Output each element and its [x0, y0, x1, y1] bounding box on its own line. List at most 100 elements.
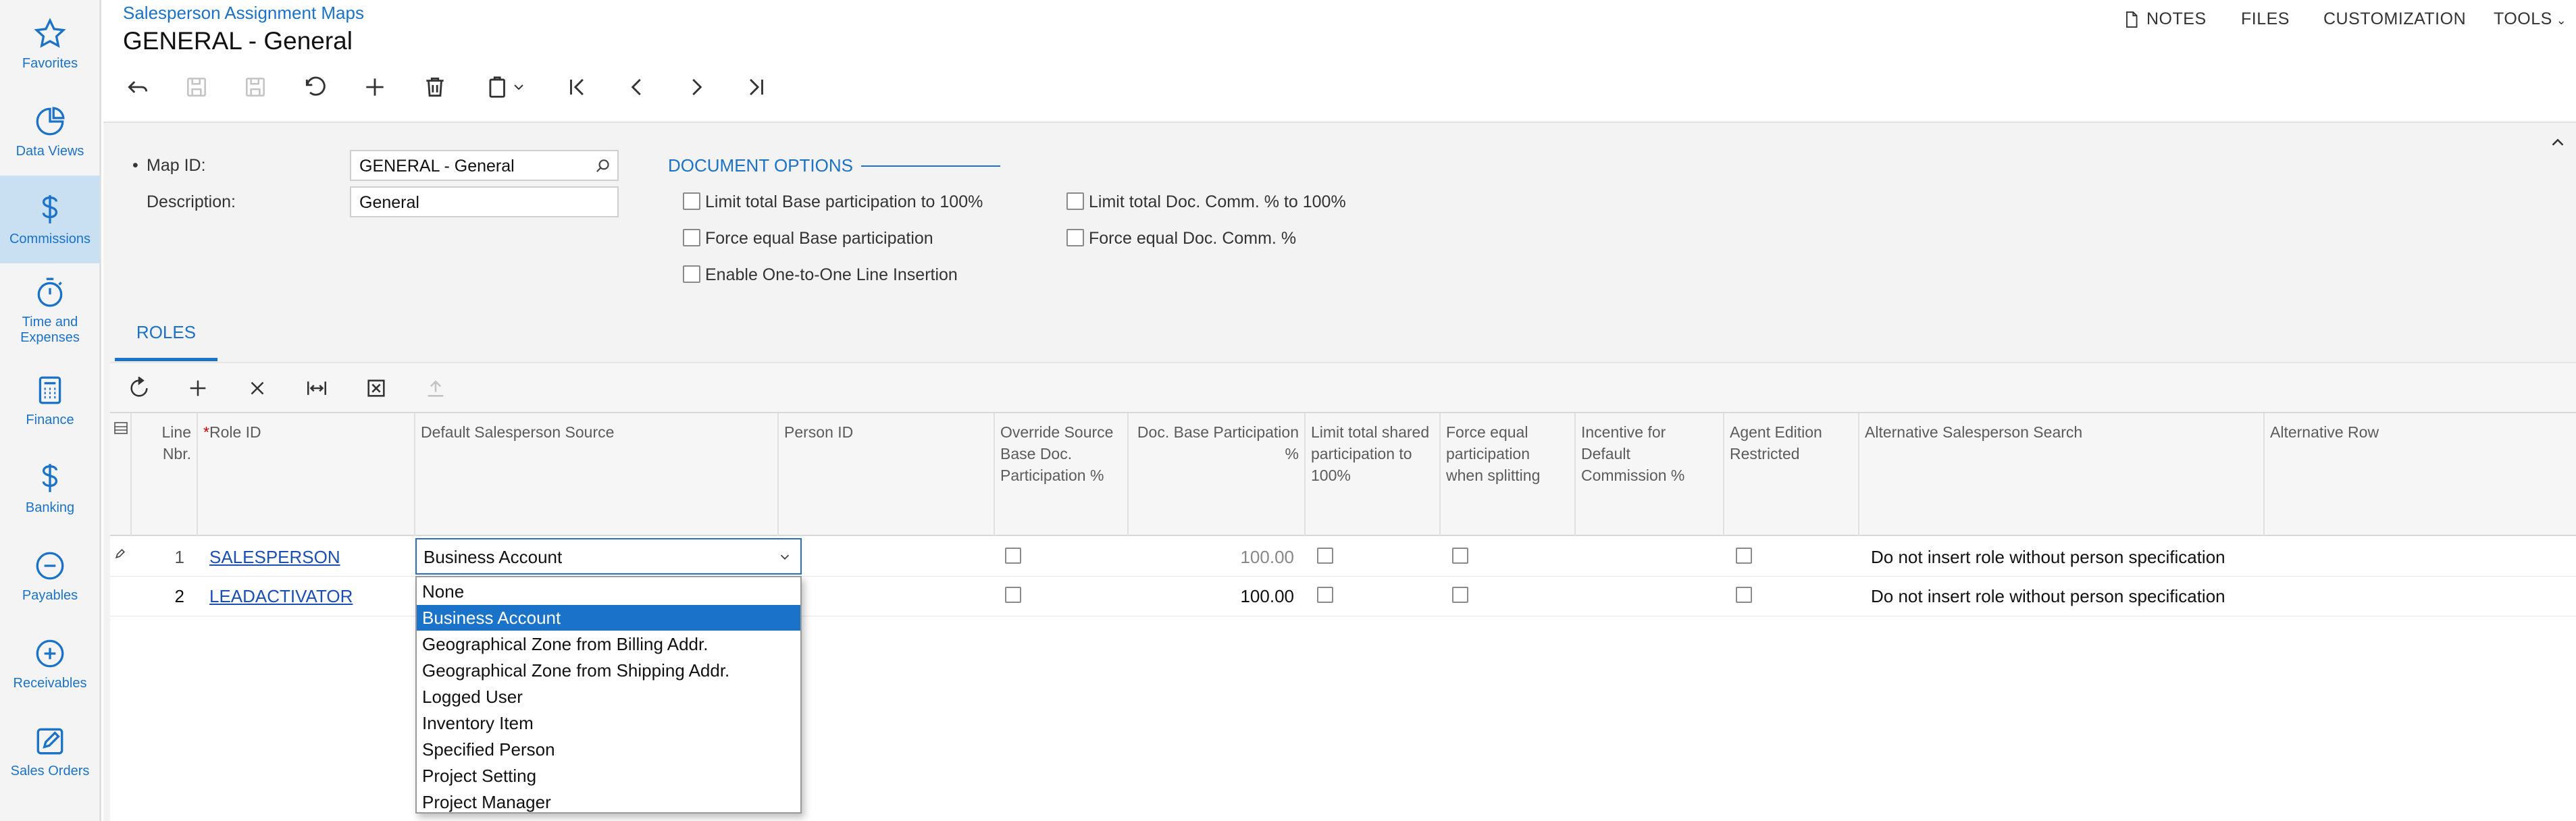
force-base-checkbox[interactable]	[683, 229, 700, 246]
column-header-alt-row[interactable]: Alternative Row	[2265, 413, 2576, 536]
one-to-one-label: Enable One-to-One Line Insertion	[705, 265, 958, 284]
line-nbr-cell: 1	[174, 547, 184, 567]
sidebar-item-commissions[interactable]: Commissions	[0, 176, 100, 263]
column-header-line-nbr[interactable]: Line Nbr.	[132, 413, 198, 536]
customization-button[interactable]: CUSTOMIZATION	[2323, 9, 2466, 29]
limit-base-checkbox[interactable]	[683, 192, 700, 210]
dropdown-option[interactable]: Project Manager	[417, 789, 800, 815]
grid-toolbar	[110, 362, 2576, 412]
collapse-icon[interactable]	[2548, 132, 2568, 156]
notes-button[interactable]: NOTES	[2122, 9, 2207, 29]
last-icon	[750, 78, 763, 96]
column-header-override[interactable]: Override Source Base Doc. Participation …	[995, 413, 1129, 536]
section-underline	[861, 165, 1000, 167]
dropdown-list: None Business Account Geographical Zone …	[415, 576, 802, 814]
copy-paste-button[interactable]	[475, 69, 536, 105]
limit-shared-checkbox[interactable]	[1317, 587, 1333, 603]
sidebar-item-payables[interactable]: Payables	[0, 532, 100, 620]
sidebar-item-favorites[interactable]: Favorites	[0, 0, 100, 88]
force-equal-checkbox[interactable]	[1452, 548, 1468, 564]
dropdown-option[interactable]: Inventory Item	[417, 710, 800, 736]
document-icon	[2126, 11, 2138, 28]
first-record-button[interactable]	[559, 69, 596, 105]
sidebar-item-time-and-expenses[interactable]: Time and Expenses	[0, 265, 100, 356]
sidebar-item-label: Data Views	[16, 143, 84, 159]
column-header-incentive[interactable]: Incentive for Default Commission %	[1576, 413, 1724, 536]
column-header-agent[interactable]: Agent Edition Restricted	[1724, 413, 1859, 536]
dollar-icon	[42, 463, 58, 492]
agent-checkbox[interactable]	[1736, 587, 1752, 603]
role-id-link[interactable]: SALESPERSON	[209, 547, 340, 568]
limit-base-label: Limit total Base participation to 100%	[705, 192, 983, 211]
dropdown-option[interactable]: Specified Person	[417, 737, 800, 762]
column-header-limit-shared[interactable]: Limit total shared participation to 100%	[1306, 413, 1441, 536]
required-marker: *	[203, 423, 209, 441]
calculator-icon	[38, 376, 61, 404]
previous-record-button[interactable]	[619, 69, 655, 105]
default-source-select[interactable]: Business Account	[415, 538, 802, 575]
force-equal-checkbox[interactable]	[1452, 587, 1468, 603]
doc-base-cell[interactable]: 100.00	[1129, 586, 1294, 607]
dropdown-option[interactable]: Geographical Zone from Billing Addr.	[417, 631, 800, 657]
edit-icon	[36, 728, 63, 754]
dropdown-option[interactable]: Project Setting	[417, 763, 800, 789]
tab-roles[interactable]: ROLES	[115, 322, 217, 361]
refresh-button[interactable]	[124, 373, 155, 404]
dropdown-option[interactable]: Logged User	[417, 684, 800, 710]
save-close-button[interactable]	[178, 69, 215, 105]
sidebar-item-data-views[interactable]: Data Views	[0, 88, 100, 176]
one-to-one-checkbox[interactable]	[683, 265, 700, 283]
clipboard-icon	[489, 76, 505, 98]
force-comm-checkbox[interactable]	[1066, 229, 1084, 246]
sidebar-item-banking[interactable]: Banking	[0, 444, 100, 532]
column-header-doc-base[interactable]: Doc. Base Participation %	[1129, 413, 1306, 536]
sidebar-item-label: Finance	[26, 412, 74, 427]
dropdown-option[interactable]: None	[417, 579, 800, 604]
dropdown-option[interactable]: Geographical Zone from Shipping Addr.	[417, 658, 800, 683]
column-header-alt-search[interactable]: Alternative Salesperson Search	[1859, 413, 2265, 536]
tools-label: TOOLS	[2494, 9, 2552, 28]
cancel-button[interactable]	[297, 69, 334, 105]
alt-search-cell[interactable]: Do not insert role without person specif…	[1871, 586, 2225, 607]
column-header-force-equal[interactable]: Force equal participation when splitting	[1441, 413, 1576, 536]
last-record-button[interactable]	[738, 69, 774, 105]
sidebar-item-receivables[interactable]: Receivables	[0, 620, 100, 708]
column-header-person-id[interactable]: Person ID	[779, 413, 995, 536]
limit-shared-checkbox[interactable]	[1317, 548, 1333, 564]
next-record-button[interactable]	[678, 69, 715, 105]
save-button[interactable]	[237, 69, 274, 105]
column-header-default-source[interactable]: Default Salesperson Source	[415, 413, 779, 536]
tools-button[interactable]: TOOLS ⌄	[2494, 9, 2567, 29]
fit-columns-button[interactable]	[301, 373, 332, 404]
grid-settings-cell[interactable]	[110, 413, 132, 536]
sidebar-item-label: Sales Orders	[10, 763, 90, 778]
stopwatch-icon	[37, 277, 63, 307]
map-id-field[interactable]: GENERAL - General	[350, 150, 619, 181]
add-row-button[interactable]	[182, 373, 213, 404]
description-field[interactable]: General	[350, 186, 619, 217]
limit-comm-checkbox[interactable]	[1066, 192, 1084, 210]
sidebar-item-sales-orders[interactable]: Sales Orders	[0, 708, 100, 795]
breadcrumb[interactable]: Salesperson Assignment Maps	[123, 3, 364, 24]
export-excel-button[interactable]	[361, 373, 392, 404]
upload-button[interactable]	[420, 373, 451, 404]
fit-width-icon	[307, 381, 327, 395]
selected-value: Business Account	[423, 547, 563, 567]
search-icon[interactable]	[594, 157, 612, 175]
role-id-link[interactable]: LEADACTIVATOR	[209, 586, 353, 607]
column-header-role-id[interactable]: *Role ID	[198, 413, 415, 536]
undo-button[interactable]	[120, 69, 156, 105]
delete-row-button[interactable]	[242, 373, 273, 404]
sidebar-item-finance[interactable]: Finance	[0, 356, 100, 444]
dropdown-option-selected[interactable]: Business Account	[417, 605, 800, 631]
delete-button[interactable]	[417, 69, 453, 105]
override-checkbox[interactable]	[1005, 587, 1021, 603]
notes-label: NOTES	[2146, 9, 2207, 28]
override-checkbox[interactable]	[1005, 548, 1021, 564]
files-button[interactable]: FILES	[2241, 9, 2290, 29]
alt-search-cell[interactable]: Do not insert role without person specif…	[1871, 547, 2225, 568]
doc-base-cell[interactable]: 100.00	[1129, 547, 1294, 568]
add-button[interactable]	[357, 69, 393, 105]
grid-settings-icon	[114, 422, 128, 434]
agent-checkbox[interactable]	[1736, 548, 1752, 564]
